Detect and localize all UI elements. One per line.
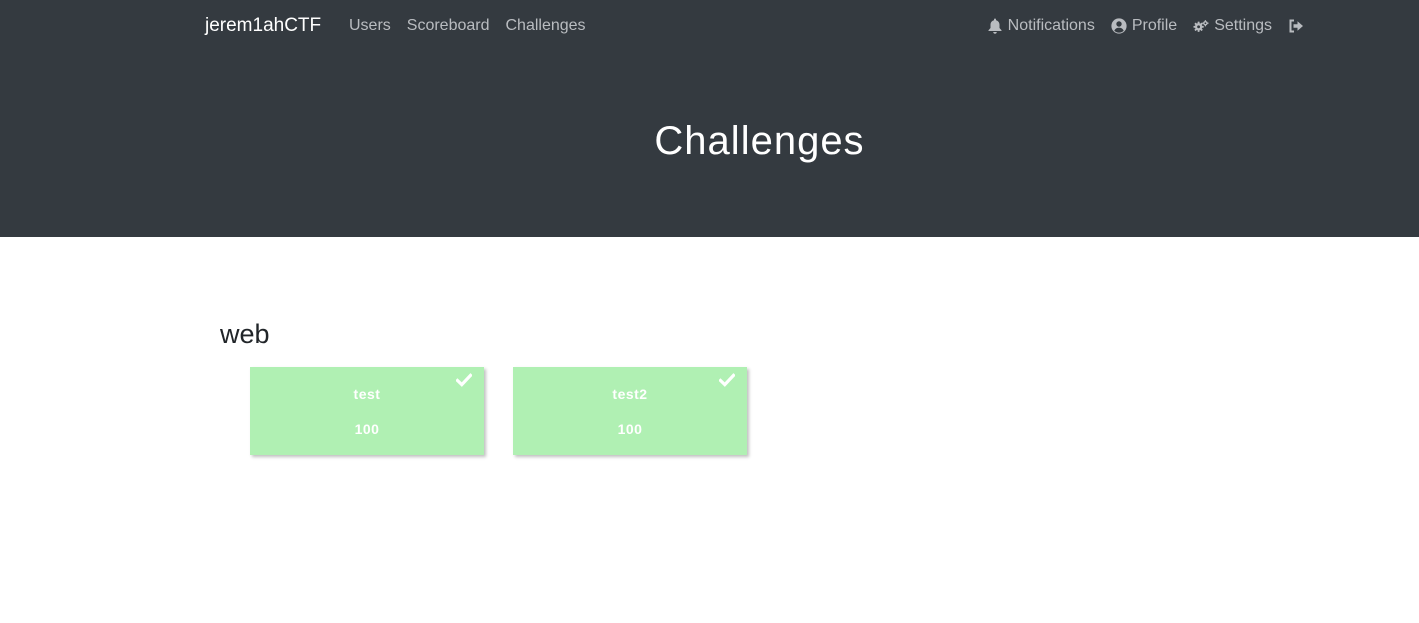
nav-link-scoreboard[interactable]: Scoreboard [407,16,490,36]
nav-link-profile[interactable]: Profile [1111,16,1177,36]
challenge-name: test [353,386,381,402]
nav-left-links: Users Scoreboard Challenges [349,16,586,36]
challenge-name: test2 [612,386,648,402]
user-circle-icon [1111,18,1127,34]
nav-link-profile-label: Profile [1131,17,1178,34]
bell-icon [987,18,1003,34]
challenge-value: 100 [354,421,380,437]
gears-icon [1193,18,1209,34]
challenge-card-test2[interactable]: test2 100 [513,367,747,455]
nav-link-challenges[interactable]: Challenges [506,16,586,36]
nav-link-notifications[interactable]: Notifications [987,16,1095,36]
nav-link-settings-label: Settings [1214,17,1272,34]
brand-link[interactable]: jerem1ahCTF [205,14,321,38]
page-title: Challenges [654,119,865,163]
nav-link-notifications-label: Notifications [1007,17,1095,34]
challenge-card-test[interactable]: test 100 [250,367,484,455]
navbar: jerem1ahCTF Users Scoreboard Challenges … [0,0,1419,52]
challenge-value: 100 [617,421,643,437]
nav-right-links: Notifications Profile Settings [987,16,1304,36]
sign-out-icon [1288,18,1304,34]
nav-link-users[interactable]: Users [349,16,391,36]
category-title-web: web [220,319,270,349]
nav-link-settings[interactable]: Settings [1193,16,1272,36]
logout-link[interactable] [1288,18,1304,34]
